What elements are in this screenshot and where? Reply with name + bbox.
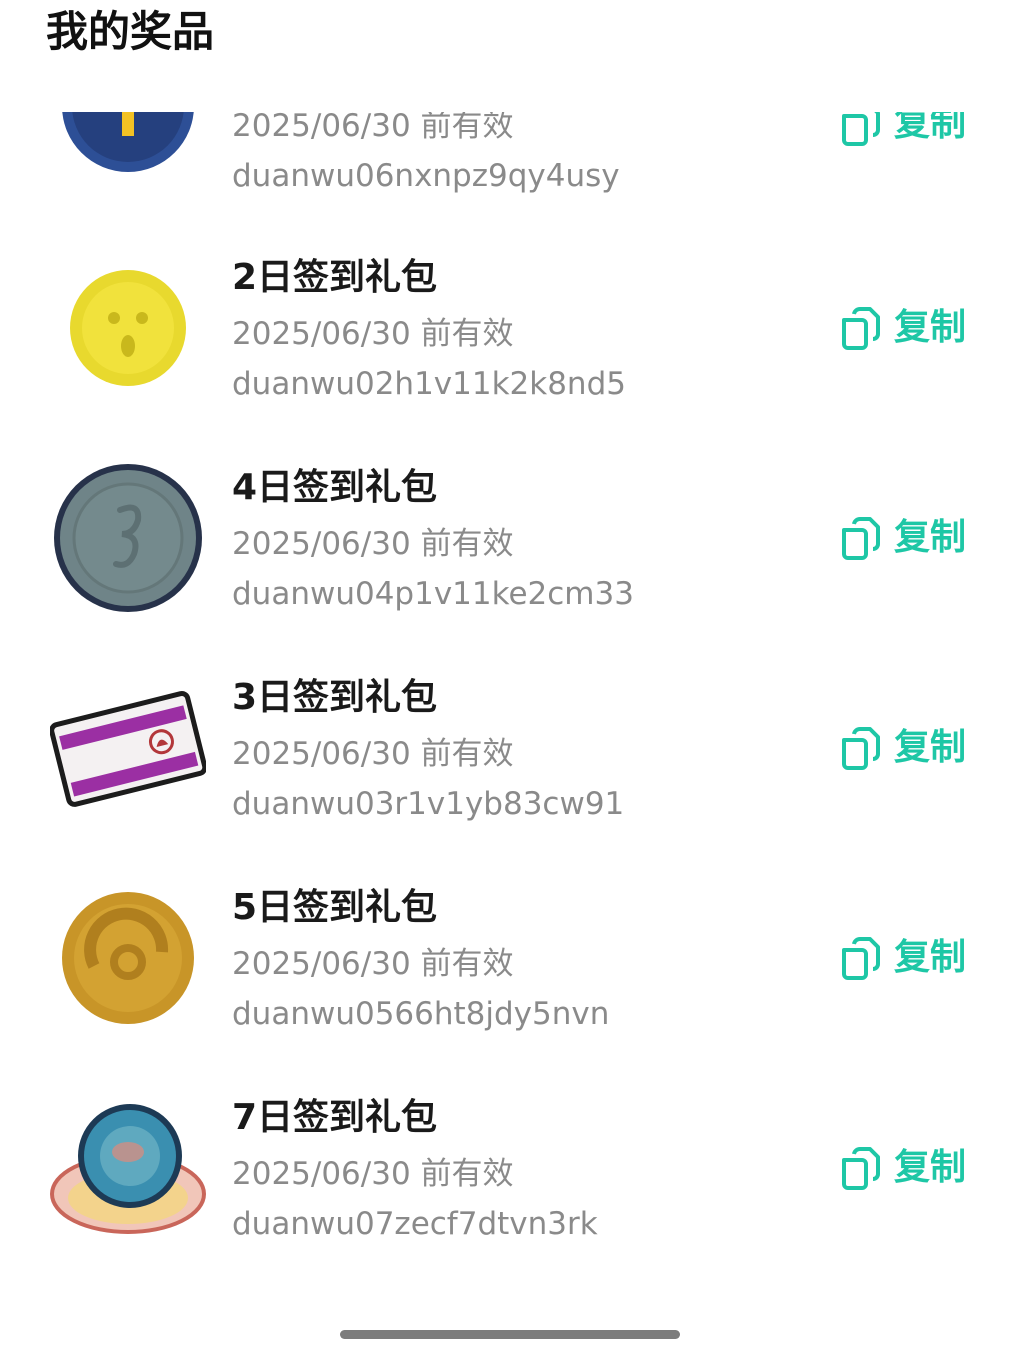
prize-title: 7日签到礼包 [232, 1097, 438, 1138]
prize-row: 7日签到礼包 2025/06/30 前有效 duanwu07zecf7dtvn3… [0, 1090, 1020, 1290]
prize-title: 2日签到礼包 [232, 257, 438, 298]
ticket-card-icon [50, 670, 206, 826]
prize-title: 5日签到礼包 [232, 887, 438, 928]
copy-button[interactable]: 复制 [840, 1144, 966, 1192]
home-indicator[interactable] [340, 1330, 680, 1339]
copy-button-label: 复制 [894, 517, 967, 558]
copy-icon [842, 307, 880, 350]
prize-list[interactable]: 2025/06/30 前有效 duanwu06nxnpz9qy4usy 复制 2… [0, 0, 1020, 1300]
prize-validity: 2025/06/30 前有效 [232, 526, 514, 562]
gray-coin-icon [50, 460, 206, 616]
prize-code: duanwu06nxnpz9qy4usy [232, 158, 620, 194]
prize-validity: 2025/06/30 前有效 [232, 316, 514, 352]
yellow-coin-icon [50, 250, 206, 406]
prize-validity: 2025/06/30 前有效 [232, 736, 514, 772]
gold-coin-icon [50, 880, 206, 1036]
copy-button-label: 复制 [894, 727, 967, 768]
copy-icon [842, 517, 880, 560]
prize-validity: 2025/06/30 前有效 [232, 108, 514, 144]
prize-code: duanwu02h1v11k2k8nd5 [232, 366, 626, 402]
prize-validity: 2025/06/30 前有效 [232, 1156, 514, 1192]
prize-row: 3日签到礼包 2025/06/30 前有效 duanwu03r1v1yb83cw… [0, 670, 1020, 870]
copy-button[interactable]: 复制 [840, 514, 966, 562]
page-title: 我的奖品 [46, 4, 215, 60]
prize-code: duanwu0566ht8jdy5nvn [232, 996, 610, 1032]
prize-code: duanwu04p1v11ke2cm33 [232, 576, 634, 612]
prize-row: 4日签到礼包 2025/06/30 前有效 duanwu04p1v11ke2cm… [0, 460, 1020, 660]
copy-icon [842, 727, 880, 770]
prize-validity: 2025/06/30 前有效 [232, 946, 514, 982]
prize-code: duanwu03r1v1yb83cw91 [232, 786, 625, 822]
prize-row: 5日签到礼包 2025/06/30 前有效 duanwu0566ht8jdy5n… [0, 880, 1020, 1080]
copy-button[interactable]: 复制 [840, 304, 966, 352]
prize-code: duanwu07zecf7dtvn3rk [232, 1206, 598, 1242]
prize-row: 2日签到礼包 2025/06/30 前有效 duanwu02h1v11k2k8n… [0, 250, 1020, 450]
prize-title: 3日签到礼包 [232, 677, 438, 718]
copy-icon [842, 1147, 880, 1190]
copy-icon [842, 937, 880, 980]
prize-title: 4日签到礼包 [232, 467, 438, 508]
crystal-orb-icon [50, 1090, 206, 1246]
copy-button-label: 复制 [894, 1147, 967, 1188]
copy-button-label: 复制 [894, 937, 967, 978]
copy-button[interactable]: 复制 [840, 724, 966, 772]
copy-button-label: 复制 [894, 307, 967, 348]
copy-button[interactable]: 复制 [840, 934, 966, 982]
